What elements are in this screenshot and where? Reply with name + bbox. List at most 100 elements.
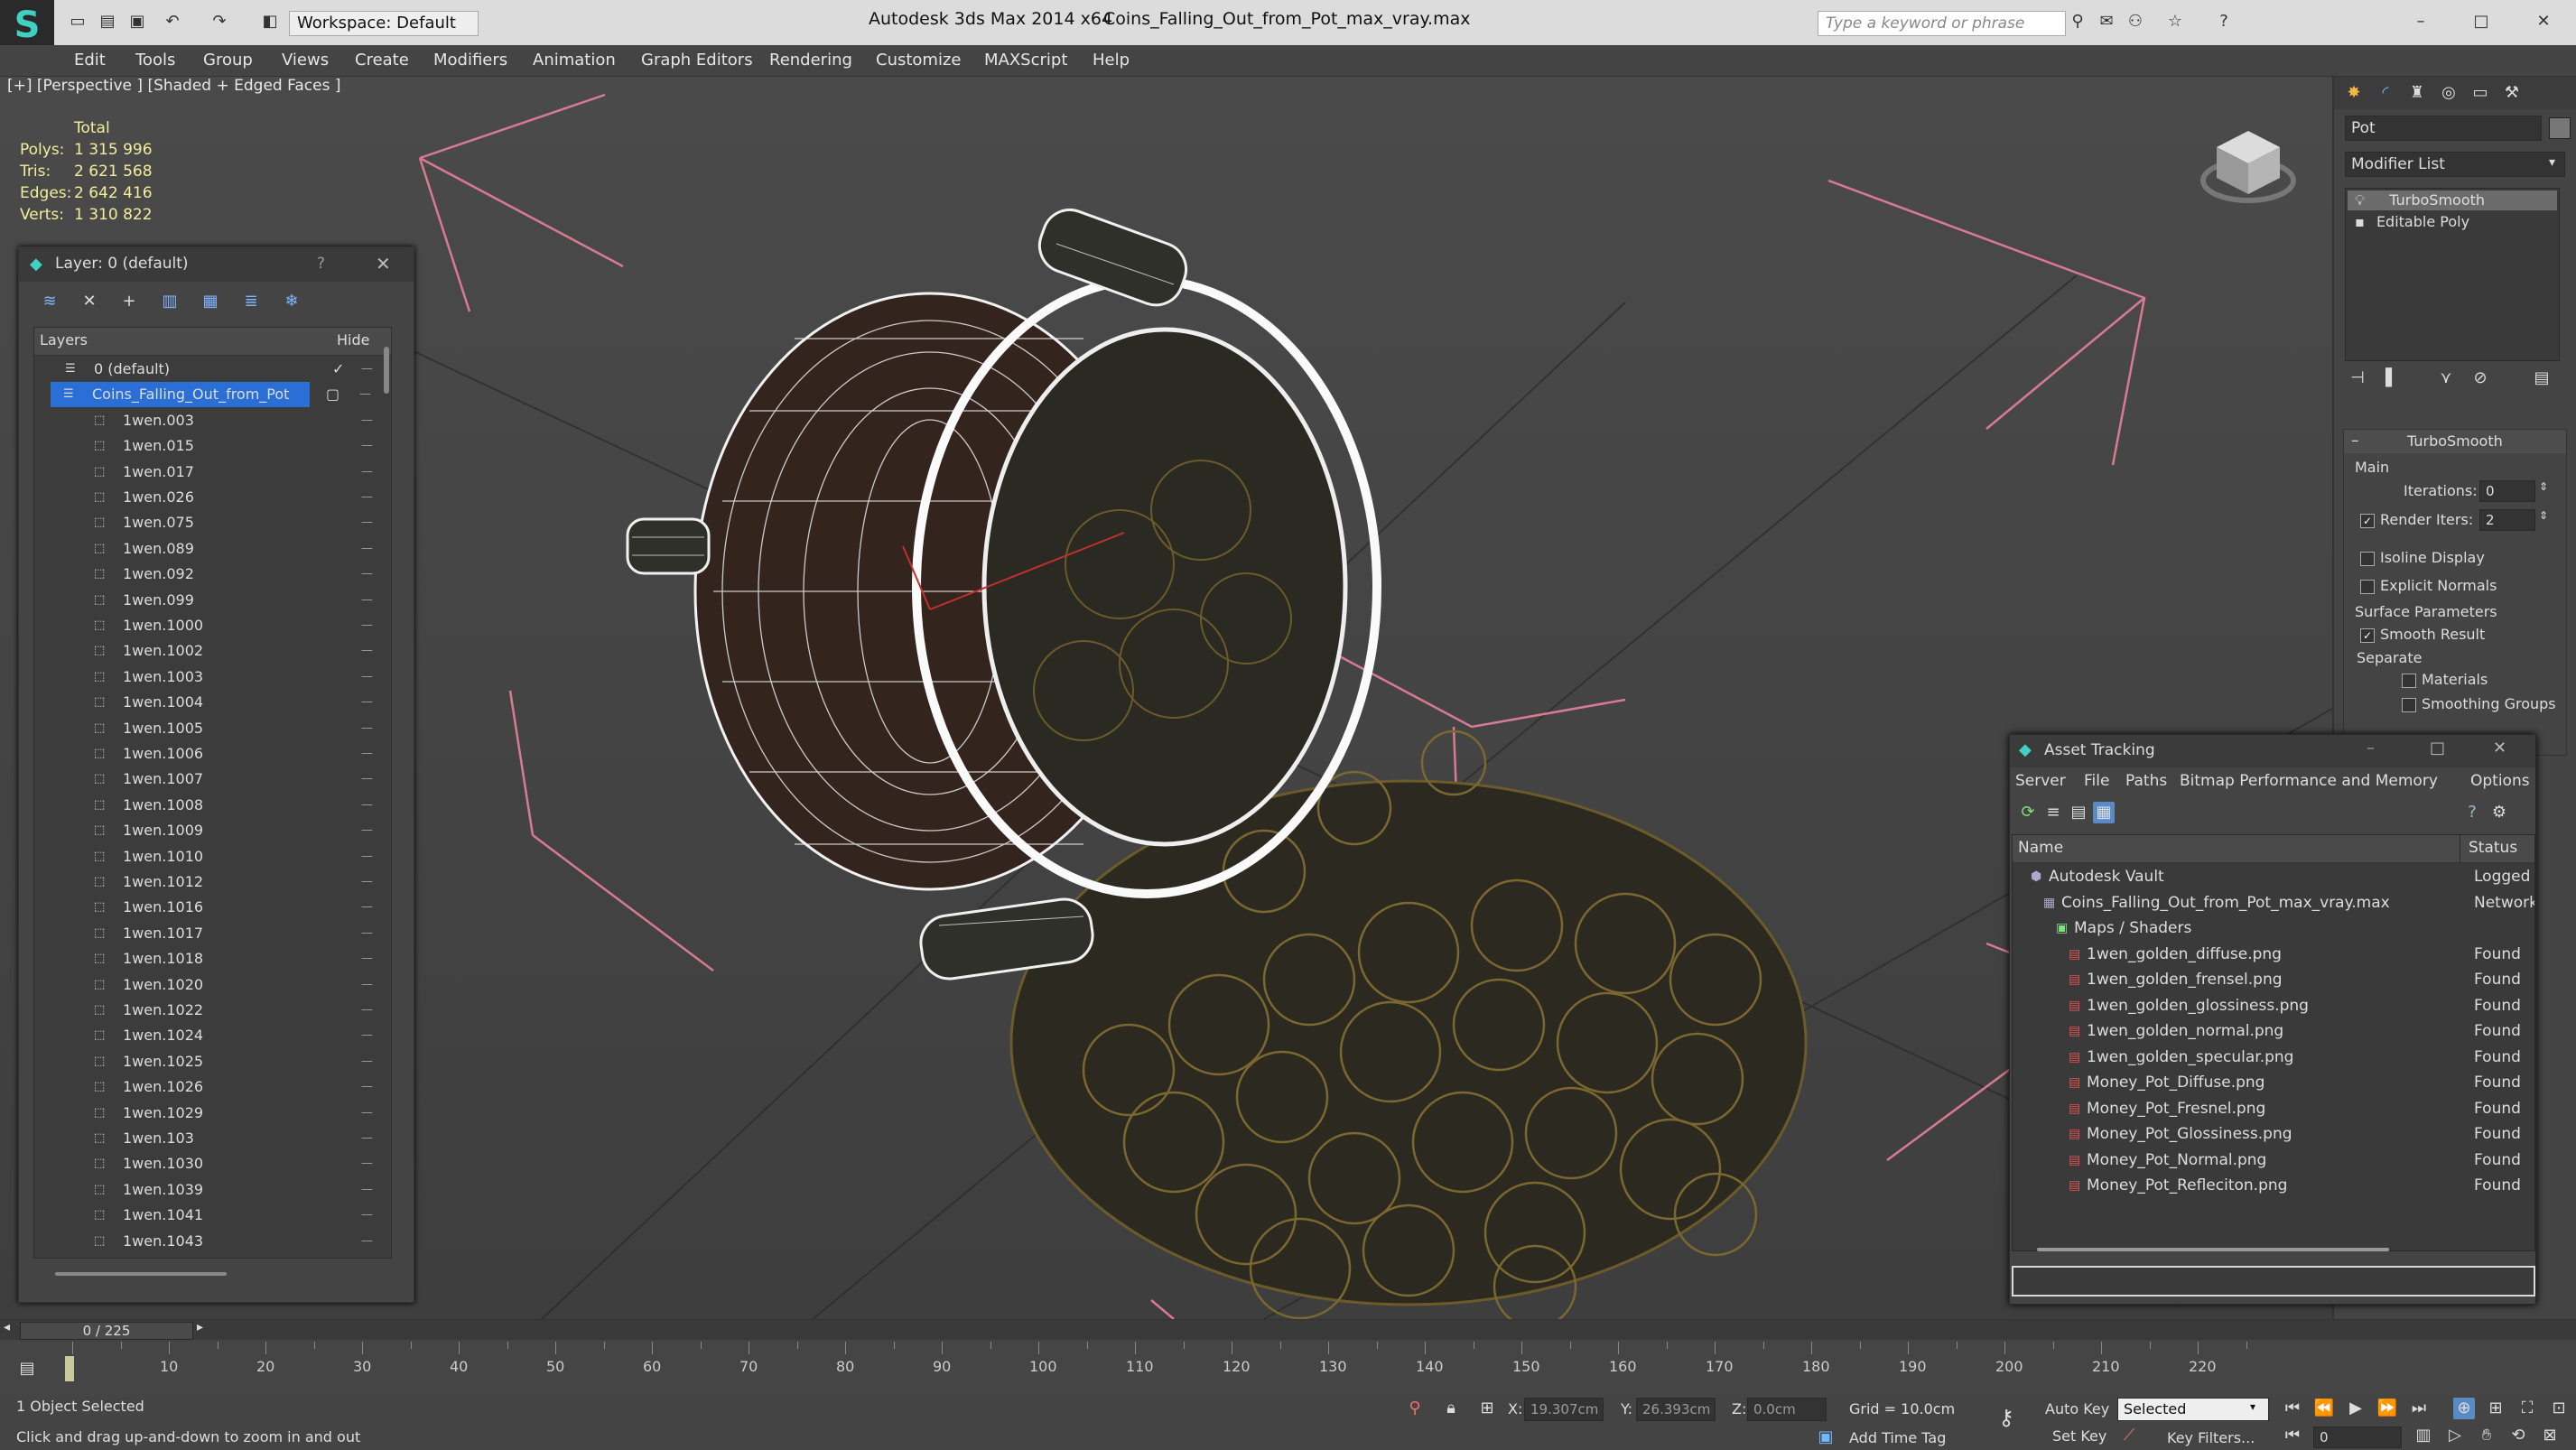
menu-rendering[interactable]: Rendering — [769, 51, 852, 70]
layer-vertical-scrollbar[interactable] — [384, 347, 389, 394]
layer-row[interactable]: ⬚ 1wen.1041 — — [52, 1203, 386, 1228]
spinner-arrows-icon[interactable]: ⇕ — [2539, 480, 2548, 493]
asset-row[interactable]: ▤ 1wen_golden_glossiness.png Found — [2018, 993, 2533, 1018]
highlight-layer-icon[interactable]: ▦ — [200, 291, 221, 312]
layer-window-help-icon[interactable]: ? — [317, 255, 325, 273]
asset-window-minimize-icon[interactable]: – — [2367, 739, 2375, 758]
asset-row[interactable]: ▤ Money_Pot_Glossiness.png Found — [2018, 1121, 2533, 1147]
hide-toggle[interactable]: — — [361, 536, 373, 562]
hide-toggle[interactable]: — — [361, 741, 373, 767]
asset-row[interactable]: ▣ Maps / Shaders — [2018, 916, 2533, 941]
set-key-icon[interactable]: ⟋ — [2118, 1425, 2140, 1446]
layer-row[interactable]: ⬚ 1wen.089 — — [52, 536, 386, 562]
hierarchy-tab-icon[interactable]: ♜ — [2406, 82, 2428, 104]
rollout-header[interactable]: – TurboSmooth — [2344, 430, 2566, 453]
hide-toggle[interactable]: — — [361, 562, 373, 587]
hide-toggle[interactable]: — — [361, 895, 373, 920]
layer-row[interactable]: ⬚ 1wen.003 — — [52, 408, 386, 433]
viewcube-icon[interactable] — [2194, 113, 2302, 212]
menu-views[interactable]: Views — [282, 51, 329, 70]
layer-row[interactable]: ⬚ 1wen.1002 — — [52, 638, 386, 664]
asset-horizontal-scrollbar[interactable] — [2037, 1248, 2389, 1251]
spinner-arrows-icon[interactable]: ⇕ — [2539, 509, 2548, 522]
asset-row[interactable]: ▤ 1wen_golden_normal.png Found — [2018, 1018, 2533, 1044]
layer-row[interactable]: ⬚ 1wen.092 — — [52, 562, 386, 587]
modify-tab-icon[interactable]: ◜ — [2375, 82, 2396, 104]
asset-window-maximize-icon[interactable]: □ — [2430, 739, 2445, 758]
search-input[interactable]: Type a keyword or phrase — [1818, 11, 2066, 36]
add-time-tag[interactable]: Add Time Tag — [1849, 1429, 1946, 1446]
layer-row[interactable]: ⬚ 1wen.1012 — — [52, 869, 386, 895]
hide-toggle[interactable]: — — [361, 510, 373, 535]
hide-toggle[interactable]: — — [361, 1074, 373, 1100]
asset-row[interactable]: ▤ 1wen_golden_specular.png Found — [2018, 1045, 2533, 1070]
active-layer-check-icon[interactable]: ✓ — [332, 357, 344, 382]
hide-toggle[interactable]: — — [361, 972, 373, 998]
time-slider[interactable]: ◂ 0 / 225 ▸ — [0, 1320, 2576, 1340]
zoom-icon[interactable]: ⊕ — [2453, 1398, 2475, 1419]
layer-row[interactable]: ⬚ 1wen.1017 — — [52, 921, 386, 946]
hide-toggle[interactable]: — — [361, 408, 373, 433]
hide-toggle[interactable]: — — [361, 665, 373, 690]
hide-all-layers-icon[interactable]: ≣ — [240, 291, 262, 312]
render-iters-checkbox[interactable]: ✓ — [2360, 514, 2375, 528]
refresh-icon[interactable]: ⟳ — [2017, 802, 2039, 823]
hide-toggle[interactable]: — — [361, 921, 373, 946]
layer-row[interactable]: ⬚ 1wen.1022 — — [52, 998, 386, 1023]
hide-toggle[interactable]: — — [359, 382, 371, 407]
hide-toggle[interactable]: — — [361, 1023, 373, 1048]
asset-menu-server[interactable]: Server — [2015, 772, 2066, 790]
hide-toggle[interactable]: — — [361, 433, 373, 459]
hide-toggle[interactable]: — — [361, 869, 373, 895]
hide-toggle[interactable]: — — [361, 998, 373, 1023]
asset-menu-file[interactable]: File — [2084, 772, 2109, 790]
field-of-view-icon[interactable]: ▷ — [2444, 1425, 2466, 1446]
set-key-button[interactable]: Set Key — [2052, 1427, 2106, 1445]
hide-toggle[interactable]: — — [361, 1151, 373, 1176]
delete-layer-icon[interactable]: ✕ — [79, 291, 100, 312]
create-tab-icon[interactable]: ✸ — [2343, 82, 2365, 104]
iterations-spinner[interactable]: 0 — [2479, 480, 2535, 502]
isoline-display-checkbox[interactable] — [2360, 552, 2375, 566]
key-set-dropdown[interactable]: Selected — [2117, 1398, 2269, 1421]
close-icon[interactable]: ✕ — [2534, 12, 2553, 32]
layer-row[interactable]: ⬚ 1wen.1003 — — [52, 665, 386, 690]
add-to-layer-icon[interactable]: + — [118, 291, 140, 312]
asset-row[interactable]: ⬢ Autodesk Vault Logged — [2018, 864, 2533, 889]
project-folder-icon[interactable]: ◧ — [260, 12, 280, 32]
layer-row[interactable]: ⬚ 1wen.1016 — — [52, 895, 386, 920]
time-marker[interactable] — [65, 1356, 74, 1381]
help-asset-icon[interactable]: ? — [2461, 802, 2483, 823]
open-file-icon[interactable]: ▤ — [98, 12, 117, 32]
asset-menu-options[interactable]: Options — [2470, 772, 2530, 790]
asset-window-titlebar[interactable]: ◆ Asset Tracking – □ ✕ — [2010, 735, 2535, 767]
render-iters-spinner[interactable]: 2 — [2479, 509, 2535, 531]
menu-graph-editors[interactable]: Graph Editors — [641, 51, 753, 70]
layer-row[interactable]: ⬚ 1wen.1009 — — [52, 818, 386, 843]
asset-menu-paths[interactable]: Paths — [2125, 772, 2167, 790]
object-color-swatch[interactable] — [2549, 117, 2571, 139]
lightbulb-icon[interactable]: 💡︎ — [2348, 191, 2365, 209]
hide-toggle[interactable]: — — [361, 1101, 373, 1126]
time-slider-left-icon[interactable]: ◂ — [4, 1320, 10, 1334]
create-layer-icon[interactable]: ≋ — [39, 291, 60, 312]
hide-toggle[interactable]: — — [361, 1229, 373, 1254]
mini-curve-editor-icon[interactable]: ▤ — [16, 1358, 38, 1380]
layer-row[interactable]: ⬚ 1wen.017 — — [52, 460, 386, 485]
absolute-mode-icon[interactable]: ⊞ — [1476, 1398, 1498, 1419]
layer-row[interactable]: ⬚ 1wen.026 — — [52, 485, 386, 510]
layer-row[interactable]: ⬚ 1wen.1025 — — [52, 1049, 386, 1074]
menu-tools[interactable]: Tools — [135, 51, 175, 70]
layer-row[interactable]: ⬚ 1wen.099 — — [52, 588, 386, 613]
zoom-extents-icon[interactable]: ⛶ — [2516, 1398, 2538, 1419]
help-icon[interactable]: ? — [2214, 12, 2234, 32]
smooth-result-checkbox[interactable]: ✓ — [2360, 628, 2375, 643]
layer-row[interactable]: ⬚ 1wen.1030 — — [52, 1151, 386, 1176]
next-frame-icon[interactable]: ⏩ — [2376, 1398, 2398, 1419]
layer-row[interactable]: ⬚ 1wen.1029 — — [52, 1101, 386, 1126]
pin-stack-icon[interactable]: ⊣ — [2347, 367, 2368, 389]
z-coord-field[interactable]: 0.0cm — [1747, 1398, 1827, 1421]
chevron-down-icon[interactable]: ▾ — [2549, 155, 2555, 170]
key-mode-icon[interactable]: ⏮ — [2282, 1425, 2303, 1446]
asset-menu-bitmap-performance[interactable]: Bitmap Performance and Memory — [2180, 772, 2438, 790]
